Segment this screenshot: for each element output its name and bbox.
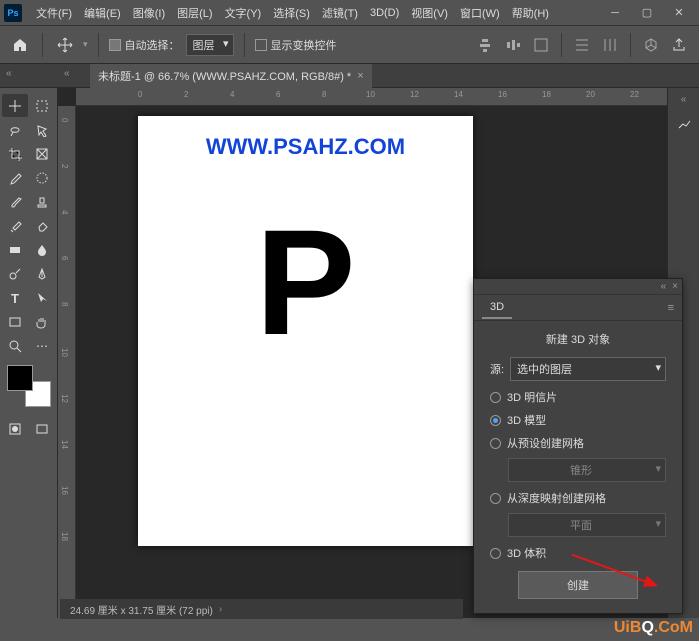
menu-layer[interactable]: 图层(L)	[171, 2, 218, 24]
auto-select-target[interactable]: 图层	[186, 34, 234, 56]
show-transform-checkbox[interactable]: 显示变换控件	[255, 37, 337, 53]
radio-3d-volume[interactable]: 3D 体积	[490, 545, 666, 561]
document-title: 未标题-1 @ 66.7% (WWW.PSAHZ.COM, RGB/8#) *	[98, 68, 351, 84]
options-bar: ▾ 自动选择： 图层 显示变换控件	[0, 26, 699, 64]
depth-mesh-select: 平面	[508, 513, 666, 537]
dist-icon-1[interactable]	[570, 33, 594, 57]
dodge-tool[interactable]	[2, 262, 28, 285]
gradient-tool[interactable]	[2, 238, 28, 261]
crop-tool[interactable]	[2, 142, 28, 165]
document-canvas[interactable]: WWW.PSAHZ.COM P	[138, 116, 473, 546]
panel-icon[interactable]	[671, 111, 697, 134]
menu-file[interactable]: 文件(F)	[30, 2, 78, 24]
minimize-button[interactable]: ─	[599, 2, 631, 24]
lasso-tool[interactable]	[2, 118, 28, 141]
ruler-horizontal: 024681012141618202224	[76, 88, 667, 106]
radio-3d-postcard[interactable]: 3D 明信片	[490, 389, 666, 405]
radio-3d-model[interactable]: 3D 模型	[490, 412, 666, 428]
align-icon-3[interactable]	[529, 33, 553, 57]
preset-mesh-select: 锥形	[508, 458, 666, 482]
panel-collapse-icon[interactable]: «	[661, 281, 667, 292]
status-dimensions: 24.69 厘米 x 31.75 厘米 (72 ppi)	[70, 602, 213, 617]
menu-3d[interactable]: 3D(D)	[364, 4, 405, 22]
status-bar: 24.69 厘米 x 31.75 厘米 (72 ppi) ›	[60, 599, 463, 619]
home-icon[interactable]	[8, 33, 32, 57]
menu-help[interactable]: 帮助(H)	[506, 2, 555, 24]
menu-type[interactable]: 文字(Y)	[219, 2, 268, 24]
source-label: 源:	[490, 361, 504, 377]
maximize-button[interactable]: ▢	[631, 2, 663, 24]
menubar: Ps 文件(F) 编辑(E) 图像(I) 图层(L) 文字(Y) 选择(S) 滤…	[0, 0, 699, 26]
move-tool-icon[interactable]	[53, 33, 77, 57]
window-controls: ─ ▢ ✕	[599, 2, 695, 24]
color-swatches[interactable]	[7, 365, 51, 407]
document-tabs: « « 未标题-1 @ 66.7% (WWW.PSAHZ.COM, RGB/8#…	[0, 64, 699, 88]
move-tool[interactable]	[2, 94, 28, 117]
create-button[interactable]: 创建	[518, 571, 638, 599]
ruler-vertical: 024681012141618	[58, 106, 76, 618]
shape-tool[interactable]	[2, 310, 28, 333]
panel-section-title: 新建 3D 对象	[490, 331, 666, 347]
hand-tool[interactable]	[29, 310, 55, 333]
close-button[interactable]: ✕	[663, 2, 695, 24]
expand-panels-icon[interactable]: «	[681, 94, 687, 105]
panel-close-icon[interactable]: ×	[672, 281, 678, 292]
menu-select[interactable]: 选择(S)	[267, 2, 316, 24]
align-icon-2[interactable]	[501, 33, 525, 57]
share-icon[interactable]	[667, 33, 691, 57]
3d-mode-icon[interactable]	[639, 33, 663, 57]
quick-select-tool[interactable]	[29, 118, 55, 141]
ps-logo: Ps	[4, 4, 22, 22]
align-icon-1[interactable]	[473, 33, 497, 57]
expand-left2-icon[interactable]: «	[64, 68, 70, 79]
heal-tool[interactable]	[29, 166, 55, 189]
panel-menu-icon[interactable]: ≡	[668, 302, 674, 314]
eyedropper-tool[interactable]	[2, 166, 28, 189]
text-tool[interactable]: T	[2, 286, 28, 309]
watermark-text: WWW.PSAHZ.COM	[206, 134, 405, 160]
screen-mode-icon[interactable]	[31, 417, 54, 440]
menu-view[interactable]: 视图(V)	[405, 2, 454, 24]
document-tab[interactable]: 未标题-1 @ 66.7% (WWW.PSAHZ.COM, RGB/8#) * …	[90, 64, 372, 88]
blur-tool[interactable]	[29, 238, 55, 261]
radio-depth-mesh[interactable]: 从深度映射创建网格	[490, 490, 666, 506]
zoom-tool[interactable]	[2, 334, 28, 357]
quick-mask-icon[interactable]	[4, 417, 27, 440]
history-brush-tool[interactable]	[2, 214, 28, 237]
status-chevron-icon[interactable]: ›	[219, 604, 222, 615]
menu-window[interactable]: 窗口(W)	[454, 2, 506, 24]
menu-filter[interactable]: 滤镜(T)	[316, 2, 364, 24]
expand-left-icon[interactable]: «	[6, 68, 12, 79]
text-layer-p: P	[255, 196, 355, 369]
frame-tool[interactable]	[29, 142, 55, 165]
tools-panel: T ⋯	[0, 88, 58, 618]
radio-preset-mesh[interactable]: 从预设创建网格	[490, 435, 666, 451]
path-select-tool[interactable]	[29, 286, 55, 309]
dist-icon-2[interactable]	[598, 33, 622, 57]
marquee-tool[interactable]	[29, 94, 55, 117]
tab-close-icon[interactable]: ×	[357, 70, 363, 82]
menu-edit[interactable]: 编辑(E)	[78, 2, 127, 24]
eraser-tool[interactable]	[29, 214, 55, 237]
brush-tool[interactable]	[2, 190, 28, 213]
footer-watermark: UiBQ.CoM	[614, 619, 693, 637]
3d-panel: « × 3D ≡ 新建 3D 对象 源: 选中的图层 3D 明信片 3D 模型 …	[473, 278, 683, 614]
edit-toolbar[interactable]: ⋯	[29, 334, 55, 357]
pen-tool[interactable]	[29, 262, 55, 285]
panel-tab-3d[interactable]: 3D	[482, 297, 512, 319]
svg-text:T: T	[11, 291, 19, 305]
menu-image[interactable]: 图像(I)	[127, 2, 171, 24]
stamp-tool[interactable]	[29, 190, 55, 213]
foreground-color[interactable]	[7, 365, 33, 391]
source-select[interactable]: 选中的图层	[510, 357, 666, 381]
auto-select-checkbox[interactable]: 自动选择：	[109, 37, 180, 53]
